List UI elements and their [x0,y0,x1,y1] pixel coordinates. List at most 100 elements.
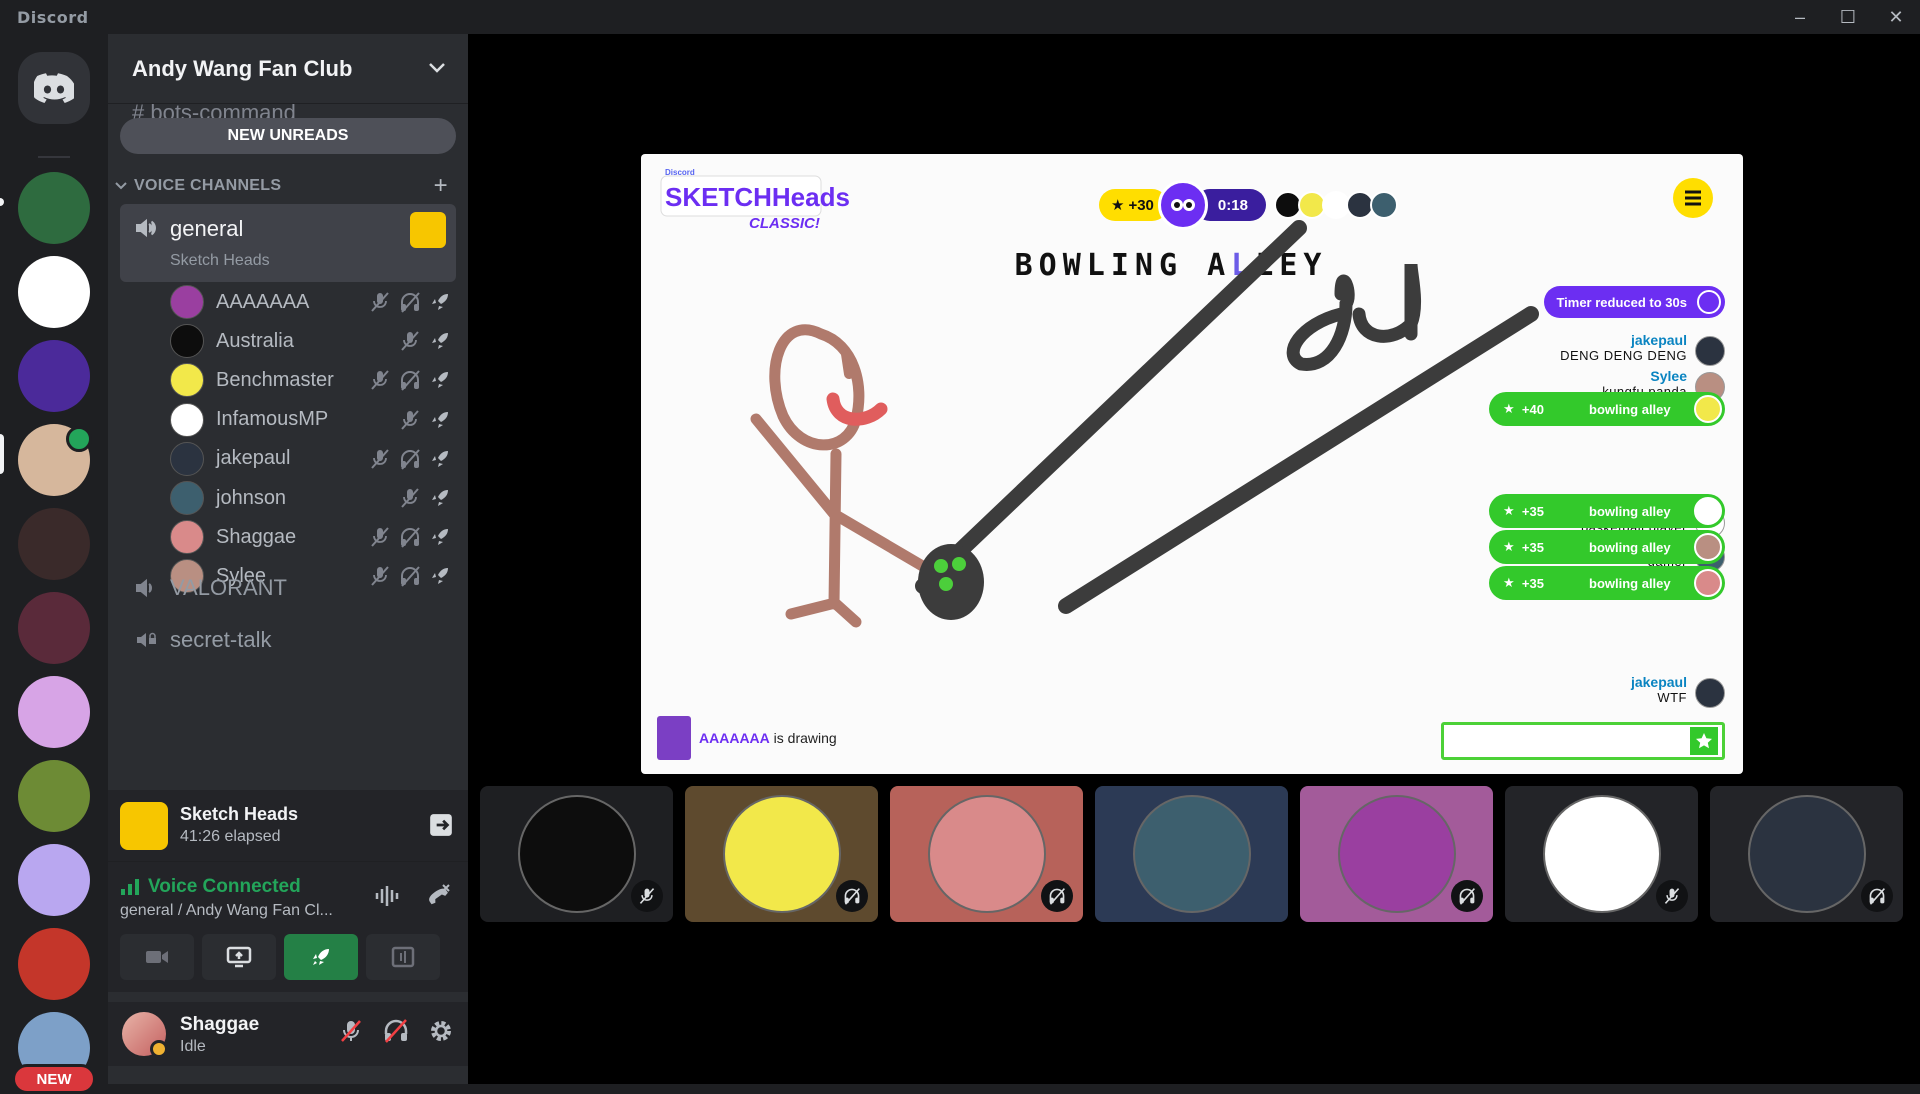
voice-member[interactable]: InfamousMP [170,402,460,438]
participant-tile[interactable] [1505,786,1698,922]
server-icon[interactable] [18,676,90,748]
participant-tile[interactable] [1095,786,1288,922]
voice-member[interactable]: Australia [170,323,460,359]
user-name[interactable]: Shaggae [180,1014,259,1036]
voice-member[interactable]: Shaggae [170,519,460,555]
user-status: Idle [180,1038,206,1055]
deafened-icon [1041,880,1073,912]
locked-speaker-icon [137,632,156,647]
soundboard-button[interactable] [366,934,440,980]
server-icon[interactable] [18,592,90,664]
voice-member[interactable]: jakepaul [170,441,460,477]
mic-muted-icon [398,486,422,510]
server-icon[interactable] [18,844,90,916]
voice-location[interactable]: general / Andy Wang Fan Cl... [120,902,340,920]
message-author: Sylee [1650,368,1687,384]
guess-input[interactable] [1441,722,1725,760]
headphones-deafened-icon[interactable] [382,1018,410,1044]
participant-avatar [1747,795,1866,913]
mic-muted-icon [368,447,392,471]
disconnect-icon[interactable] [424,882,452,910]
voice-member[interactable]: Benchmaster [170,362,460,398]
server-rail: NEW [0,34,108,1094]
activity-rocket-icon [428,408,452,432]
activity-rocket-badge [66,426,92,452]
participant-avatar [1337,795,1456,913]
notice-text: Timer reduced to 30s [1556,294,1687,310]
sketch-heads-activity-icon[interactable] [410,212,446,248]
voice-channel-valorant[interactable]: VALORANT [120,568,456,608]
activity-rocket-icon [428,290,452,314]
new-unreads-button[interactable]: NEW UNREADS [120,118,456,154]
voice-status-label: Voice Connected [148,876,301,897]
share-screen-button[interactable] [202,934,276,980]
participant-avatar [927,795,1046,913]
voice-member[interactable]: johnson [170,480,460,516]
member-name: johnson [216,486,287,509]
drawing-status: AAAAAAA is drawing [657,716,837,760]
minimize-button[interactable]: – [1776,0,1824,34]
deafened-icon [1451,880,1483,912]
guess-avatar [1694,569,1722,597]
noise-suppression-icon[interactable] [374,884,402,908]
activity-rocket-icon [428,329,452,353]
camera-button[interactable] [120,934,194,980]
correct-guess: ★ +35 bowling alley [1489,566,1725,600]
participant-tile[interactable] [1710,786,1903,922]
drawer-suffix: is drawing [769,730,837,746]
voice-channels-category[interactable]: VOICE CHANNELS + [114,170,462,202]
guess-points: +35 [1521,503,1544,519]
maximize-button[interactable]: ☐ [1824,0,1872,34]
chevron-down-icon [115,182,127,190]
server-icon[interactable] [18,508,90,580]
speaker-icon [136,218,157,238]
participant-avatar [722,795,841,913]
new-servers-badge[interactable]: NEW [12,1064,96,1094]
message-avatar [1695,336,1725,366]
chat-message: jakepaul DENG DENG DENG [1560,332,1725,366]
member-name: jakepaul [216,447,291,470]
member-status-icons [368,525,452,549]
voice-member[interactable]: AAAAAAA [170,284,460,320]
activity-button[interactable] [284,934,358,980]
server-name: Andy Wang Fan Club [132,55,353,81]
server-icon[interactable] [18,256,90,328]
server-icon[interactable] [18,340,90,412]
participant-avatar [1542,795,1661,913]
mic-muted-icon[interactable] [338,1018,364,1044]
server-icon[interactable] [18,172,90,244]
mic-muted-icon [368,368,392,392]
leave-activity-icon[interactable] [428,812,454,838]
member-avatar [170,324,204,359]
category-label: VOICE CHANNELS [134,177,282,194]
correct-guess: ★ +35 bowling alley [1489,494,1725,528]
participant-tile[interactable] [685,786,878,922]
member-status-icons [368,368,452,392]
screen-share-icon [226,946,252,968]
participant-tile[interactable] [480,786,673,922]
add-channel-icon[interactable]: + [434,172,448,200]
drawing-canvas[interactable] [641,154,1743,774]
member-avatar [170,285,204,319]
discord-home-button[interactable] [18,52,90,124]
server-icon[interactable] [18,928,90,1000]
voice-channel-general[interactable]: general Sketch Heads [120,204,456,282]
deafened-icon [836,880,868,912]
server-header[interactable]: Andy Wang Fan Club [108,34,468,104]
participant-avatar [1132,795,1251,913]
voice-status[interactable]: Voice Connected [120,876,301,898]
close-button[interactable]: ✕ [1872,0,1920,34]
settings-gear-icon[interactable] [428,1018,454,1044]
sketch-heads-game[interactable]: Discord SKETCHHeads CLASSIC! ★ +30 0:18 … [641,154,1743,774]
member-avatar [170,402,204,437]
guess-points: +35 [1521,539,1544,555]
title-bar: Discord – ☐ ✕ [0,0,1920,34]
participant-tile[interactable] [1300,786,1493,922]
participant-tile[interactable] [890,786,1083,922]
submit-star-icon[interactable] [1690,727,1718,755]
voice-channel-secret-talk[interactable]: secret-talk [120,620,456,660]
member-name: AAAAAAA [216,290,310,313]
server-icon[interactable] [18,760,90,832]
message-avatar [1695,678,1725,708]
correct-guess: ★ +40 bowling alley [1489,392,1725,426]
